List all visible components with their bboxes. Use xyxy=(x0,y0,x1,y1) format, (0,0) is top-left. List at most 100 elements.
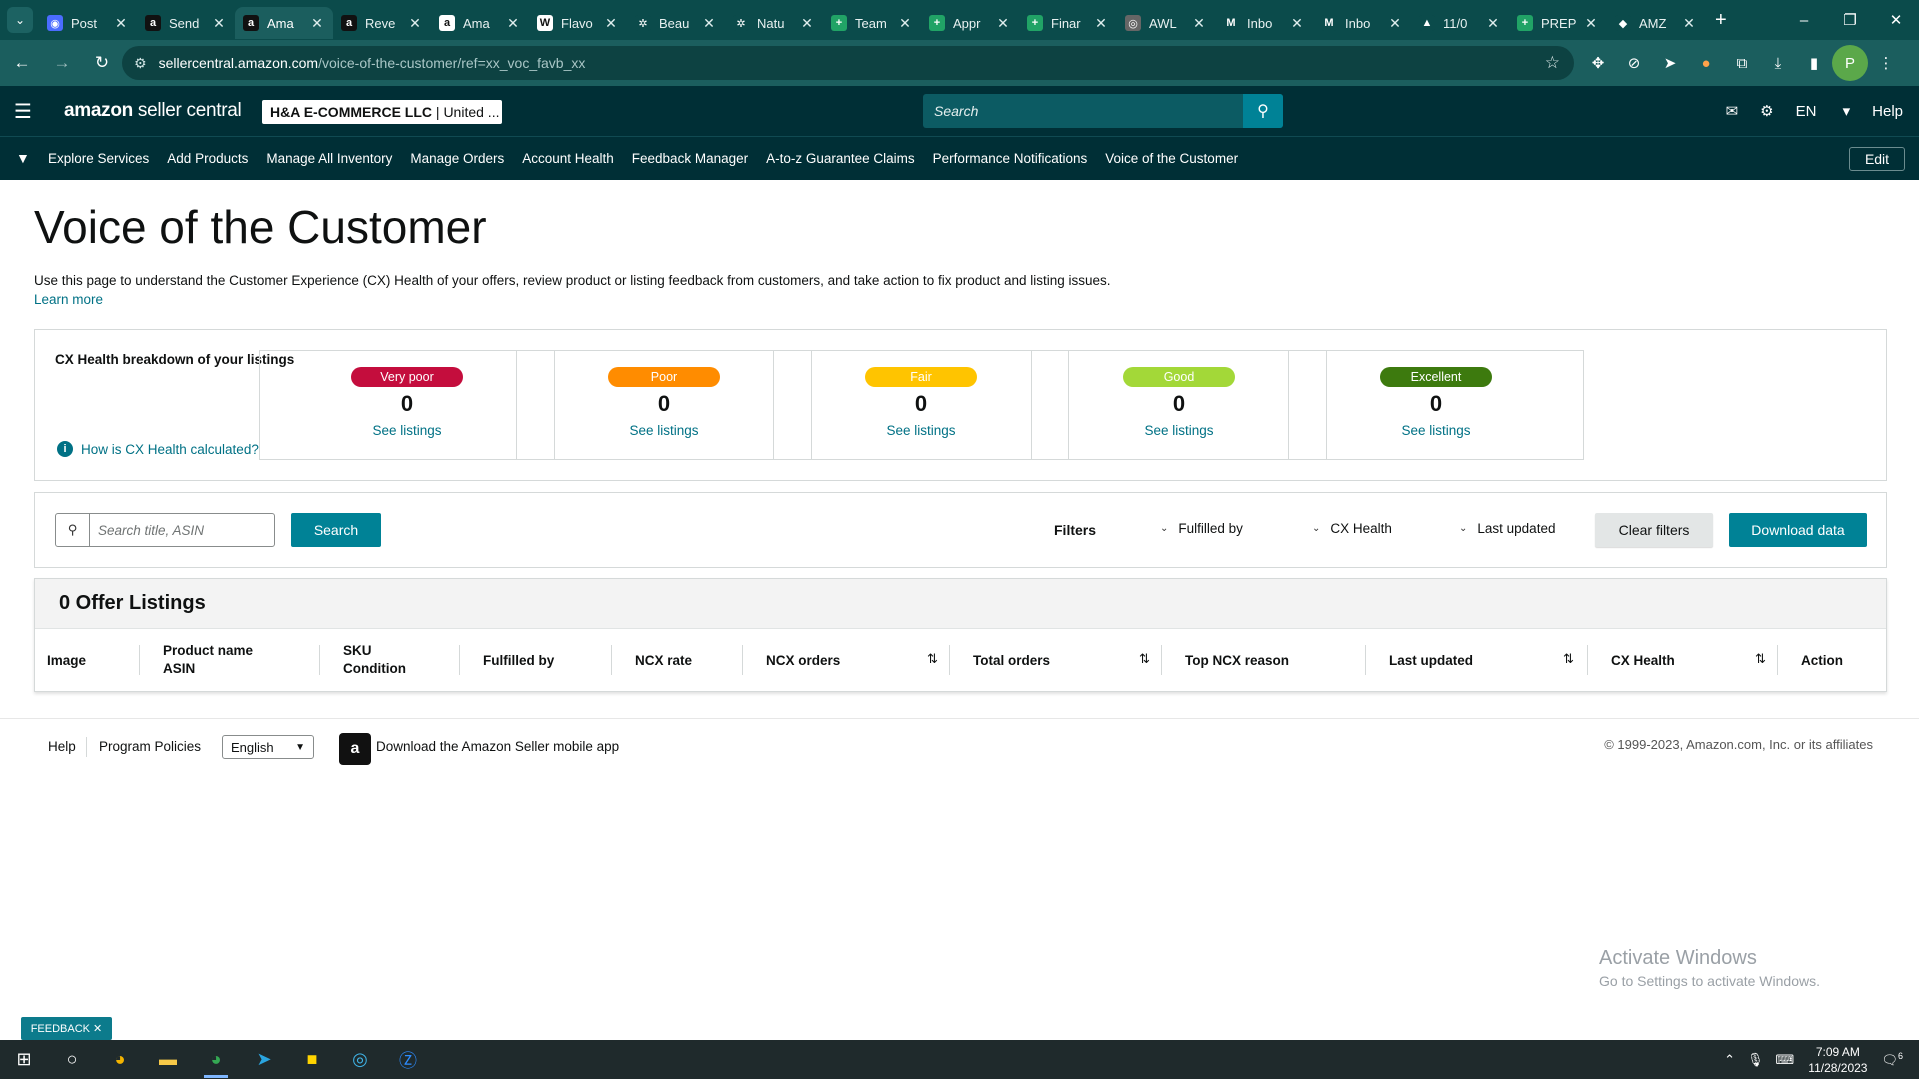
cx-health-how-link[interactable]: i How is CX Health calculated? xyxy=(57,441,259,457)
tab-close-icon[interactable]: ✕ xyxy=(1485,15,1501,32)
extension-off-icon[interactable]: ⊘ xyxy=(1616,45,1652,81)
tab-close-icon[interactable]: ✕ xyxy=(1191,15,1207,32)
browser-tab[interactable]: ✲ Beau ✕ xyxy=(627,7,725,39)
browser-tab[interactable]: a Reve ✕ xyxy=(333,7,431,39)
chrome-icon[interactable]: ◕ xyxy=(96,1040,144,1079)
see-listings-link[interactable]: See listings xyxy=(1289,423,1583,438)
extension-puzzle-icon[interactable]: ✥ xyxy=(1580,45,1616,81)
restore-icon[interactable]: ❐ xyxy=(1827,0,1873,40)
see-listings-link[interactable]: See listings xyxy=(1032,423,1326,438)
side-panel-icon[interactable]: ▮ xyxy=(1796,45,1832,81)
task-view-icon[interactable]: ○ xyxy=(48,1040,96,1079)
tab-search-dropdown[interactable]: ⌄ xyxy=(7,7,33,33)
hamburger-menu-icon[interactable]: ☰ xyxy=(0,86,46,136)
download-icon[interactable]: ⤓ xyxy=(1760,45,1796,81)
extension-orange-icon[interactable]: ● xyxy=(1688,45,1724,81)
sort-total-orders-icon[interactable]: ⇅ xyxy=(1139,651,1150,667)
browser-tab[interactable]: ◎ AWL ✕ xyxy=(1117,7,1215,39)
filter-last-updated[interactable]: ⌄ Last updated xyxy=(1459,521,1555,536)
browser-tab[interactable]: + Finar ✕ xyxy=(1019,7,1117,39)
browser-tab[interactable]: a Ama ✕ xyxy=(235,7,333,39)
file-explorer-icon[interactable]: ▬ xyxy=(144,1040,192,1079)
url-bar[interactable]: ⚙ sellercentral.amazon.com/voice-of-the-… xyxy=(122,46,1574,80)
help-link[interactable]: Help xyxy=(1872,103,1903,120)
cx-health-how-text[interactable]: How is CX Health calculated? xyxy=(81,442,259,457)
minimize-icon[interactable]: – xyxy=(1781,0,1827,40)
sort-last-updated-icon[interactable]: ⇅ xyxy=(1563,651,1574,667)
nav-account-health[interactable]: Account Health xyxy=(522,151,614,166)
nav-add-products[interactable]: Add Products xyxy=(167,151,248,166)
seller-central-logo[interactable]: amazon seller central xyxy=(64,100,242,122)
extensions-icon[interactable]: ⧉ xyxy=(1724,45,1760,81)
footer-language-select[interactable]: English ▼ xyxy=(222,735,314,759)
browser-tab[interactable]: ✲ Natu ✕ xyxy=(725,7,823,39)
tab-close-icon[interactable]: ✕ xyxy=(799,15,815,32)
tab-close-icon[interactable]: ✕ xyxy=(701,15,717,32)
search-button[interactable]: Search xyxy=(291,513,381,547)
windows-start-icon[interactable]: ⊞ xyxy=(0,1040,48,1079)
filter-fulfilled-by[interactable]: ⌄ Fulfilled by xyxy=(1160,521,1243,536)
system-clock[interactable]: 7:09 AM 11/28/2023 xyxy=(1808,1044,1867,1076)
edge-icon[interactable]: ◎ xyxy=(336,1040,384,1079)
browser-tab[interactable]: W Flavo ✕ xyxy=(529,7,627,39)
sort-cx-health-icon[interactable]: ⇅ xyxy=(1755,651,1766,667)
see-listings-link[interactable]: See listings xyxy=(774,423,1068,438)
global-search-input[interactable]: Search xyxy=(923,103,1243,119)
browser-tab[interactable]: ▲ 11/0 ✕ xyxy=(1411,7,1509,39)
browser-tab[interactable]: + PREP ✕ xyxy=(1509,7,1607,39)
menu-kebab-icon[interactable]: ⋮ xyxy=(1868,45,1904,81)
tab-close-icon[interactable]: ✕ xyxy=(995,15,1011,32)
nav-voice-of-customer[interactable]: Voice of the Customer xyxy=(1105,151,1238,166)
telegram-icon[interactable]: ➤ xyxy=(240,1040,288,1079)
tab-close-icon[interactable]: ✕ xyxy=(1681,15,1697,32)
nav-manage-inventory[interactable]: Manage All Inventory xyxy=(266,151,392,166)
language-selector[interactable]: EN ▾ xyxy=(1796,102,1851,120)
filter-cx-health[interactable]: ⌄ CX Health xyxy=(1312,521,1392,536)
tab-close-icon[interactable]: ✕ xyxy=(1093,15,1109,32)
browser-tab[interactable]: ◆ AMZ ✕ xyxy=(1607,7,1705,39)
nav-atoz-claims[interactable]: A-to-z Guarantee Claims xyxy=(766,151,915,166)
notifications-icon[interactable]: 🗨6 xyxy=(1881,1051,1903,1068)
tab-close-icon[interactable]: ✕ xyxy=(309,15,325,32)
nav-feedback-manager[interactable]: Feedback Manager xyxy=(632,151,748,166)
tab-close-icon[interactable]: ✕ xyxy=(505,15,521,32)
mail-icon[interactable]: ✉ xyxy=(1726,102,1739,120)
browser-tab[interactable]: + Team ✕ xyxy=(823,7,921,39)
tab-close-icon[interactable]: ✕ xyxy=(113,15,129,32)
tab-close-icon[interactable]: ✕ xyxy=(1289,15,1305,32)
listing-search-field[interactable]: ⚲ Search title, ASIN xyxy=(55,513,275,547)
profile-avatar[interactable]: P xyxy=(1832,45,1868,81)
keyboard-icon[interactable]: ⌨ xyxy=(1776,1052,1795,1068)
bookmark-icon[interactable]: ▼ xyxy=(16,150,34,168)
learn-more-link[interactable]: Learn more xyxy=(34,292,103,307)
browser-tab[interactable]: + Appr ✕ xyxy=(921,7,1019,39)
amazon-app-icon[interactable]: a xyxy=(339,733,371,765)
zoom-icon[interactable]: Ⓩ xyxy=(384,1040,432,1079)
nav-manage-orders[interactable]: Manage Orders xyxy=(410,151,504,166)
see-listings-link[interactable]: See listings xyxy=(260,423,554,438)
footer-program-policies-link[interactable]: Program Policies xyxy=(99,739,201,754)
download-app-link[interactable]: Download the Amazon Seller mobile app xyxy=(376,739,619,754)
feedback-button[interactable]: FEEDBACK ✕ xyxy=(21,1017,112,1040)
chrome-profile-icon[interactable]: ◕ xyxy=(192,1040,240,1079)
browser-tab[interactable]: M Inbo ✕ xyxy=(1313,7,1411,39)
edit-nav-button[interactable]: Edit xyxy=(1849,147,1905,171)
download-data-button[interactable]: Download data xyxy=(1729,513,1867,547)
gear-icon[interactable]: ⚙ xyxy=(1760,102,1773,120)
clear-filters-button[interactable]: Clear filters xyxy=(1595,513,1713,547)
see-listings-link[interactable]: See listings xyxy=(517,423,811,438)
bookmark-star-icon[interactable]: ☆ xyxy=(1545,53,1560,73)
sticky-notes-icon[interactable]: ■ xyxy=(288,1040,336,1079)
browser-tab[interactable]: M Inbo ✕ xyxy=(1215,7,1313,39)
tray-chevron-icon[interactable]: ⌃ xyxy=(1724,1052,1735,1068)
extension-arrow-icon[interactable]: ➤ xyxy=(1652,45,1688,81)
browser-tab[interactable]: a Send ✕ xyxy=(137,7,235,39)
browser-tab[interactable]: ◉ Post ✕ xyxy=(39,7,137,39)
footer-help-link[interactable]: Help xyxy=(48,739,76,754)
tab-close-icon[interactable]: ✕ xyxy=(1583,15,1599,32)
new-tab-button[interactable]: + xyxy=(1715,9,1727,32)
search-icon[interactable]: ⚲ xyxy=(1243,94,1283,128)
forward-icon[interactable]: → xyxy=(44,45,80,81)
tab-close-icon[interactable]: ✕ xyxy=(897,15,913,32)
close-window-icon[interactable]: ✕ xyxy=(1873,0,1919,40)
